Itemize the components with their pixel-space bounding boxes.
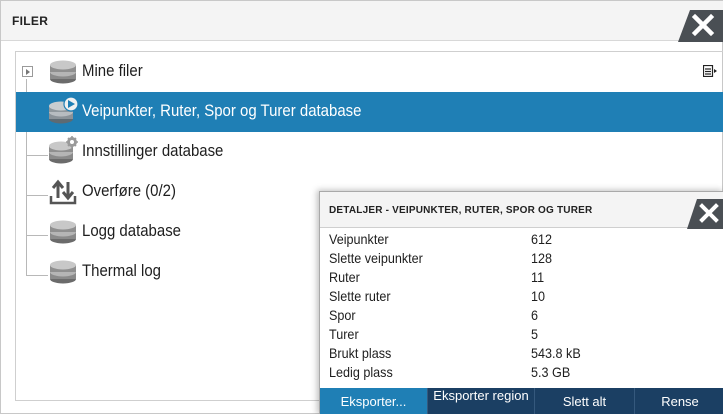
transfer-icon <box>49 179 77 205</box>
details-header: DETALJER - VEIPUNKTER, RUTER, SPOR OG TU… <box>320 192 723 229</box>
files-window: FILER Mine filer Veipunkter, Ruter, Spor… <box>0 0 723 414</box>
database-route-icon <box>49 96 78 124</box>
database-icon <box>50 60 76 84</box>
tree-item-label: Innstillinger database <box>82 141 224 160</box>
close-icon <box>678 10 723 42</box>
details-button-bar: Eksporter... Eksporter region Slett alt … <box>320 388 723 414</box>
expand-icon[interactable] <box>22 66 33 77</box>
window-title: FILER <box>12 14 49 28</box>
menu-icon[interactable] <box>703 65 717 77</box>
close-button[interactable] <box>678 10 723 42</box>
detail-key: Slette veipunkter <box>329 250 423 266</box>
details-dialog: DETALJER - VEIPUNKTER, RUTER, SPOR OG TU… <box>319 191 723 414</box>
close-icon <box>687 199 723 229</box>
title-bar: FILER <box>1 1 723 42</box>
database-settings-icon <box>49 136 78 164</box>
detail-value: 612 <box>531 231 553 247</box>
detail-key: Spor <box>329 307 356 323</box>
detail-value: 543.8 kB <box>531 345 581 361</box>
detail-row: Veipunkter 612 <box>320 230 723 249</box>
export-button[interactable]: Eksporter... <box>320 388 427 414</box>
database-icon <box>50 260 76 284</box>
detail-row: Ledig plass 5.3 GB <box>320 363 723 382</box>
tree-item-label: Thermal log <box>82 261 161 280</box>
detail-row: Brukt plass 543.8 kB <box>320 344 723 363</box>
tree-item-label: Overføre (0/2) <box>82 181 176 200</box>
details-close-button[interactable] <box>687 199 723 229</box>
detail-value: 6 <box>531 307 539 323</box>
detail-row: Ruter 11 <box>320 268 723 287</box>
detail-value: 5 <box>531 326 539 342</box>
detail-row: Turer 5 <box>320 325 723 344</box>
detail-row: Slette ruter 10 <box>320 287 723 306</box>
tree-item-label: Logg database <box>82 221 181 240</box>
database-icon <box>50 220 76 244</box>
detail-value: 11 <box>531 269 545 285</box>
tree-item-waypoints-database[interactable]: Veipunkter, Ruter, Spor og Turer databas… <box>16 92 723 132</box>
tree-item-label: Mine filer <box>82 61 143 80</box>
tree-item-mine-filer[interactable]: Mine filer <box>16 52 723 92</box>
detail-key: Ruter <box>329 269 360 285</box>
detail-value: 128 <box>531 250 553 266</box>
details-title: DETALJER - VEIPUNKTER, RUTER, SPOR OG TU… <box>329 205 593 216</box>
delete-all-button[interactable]: Slett alt <box>534 388 634 414</box>
detail-key: Ledig plass <box>329 364 393 380</box>
export-region-button[interactable]: Eksporter region <box>427 388 534 414</box>
detail-row: Slette veipunkter 128 <box>320 249 723 268</box>
detail-key: Slette ruter <box>329 288 391 304</box>
detail-key: Veipunkter <box>329 231 389 247</box>
tree-item-settings-database[interactable]: Innstillinger database <box>16 132 723 172</box>
clean-button[interactable]: Rense <box>634 388 723 414</box>
detail-value: 10 <box>531 288 546 304</box>
detail-key: Brukt plass <box>329 345 392 361</box>
detail-key: Turer <box>329 326 359 342</box>
detail-value: 5.3 GB <box>531 364 571 380</box>
tree-item-label: Veipunkter, Ruter, Spor og Turer databas… <box>82 101 362 120</box>
detail-row: Spor 6 <box>320 306 723 325</box>
